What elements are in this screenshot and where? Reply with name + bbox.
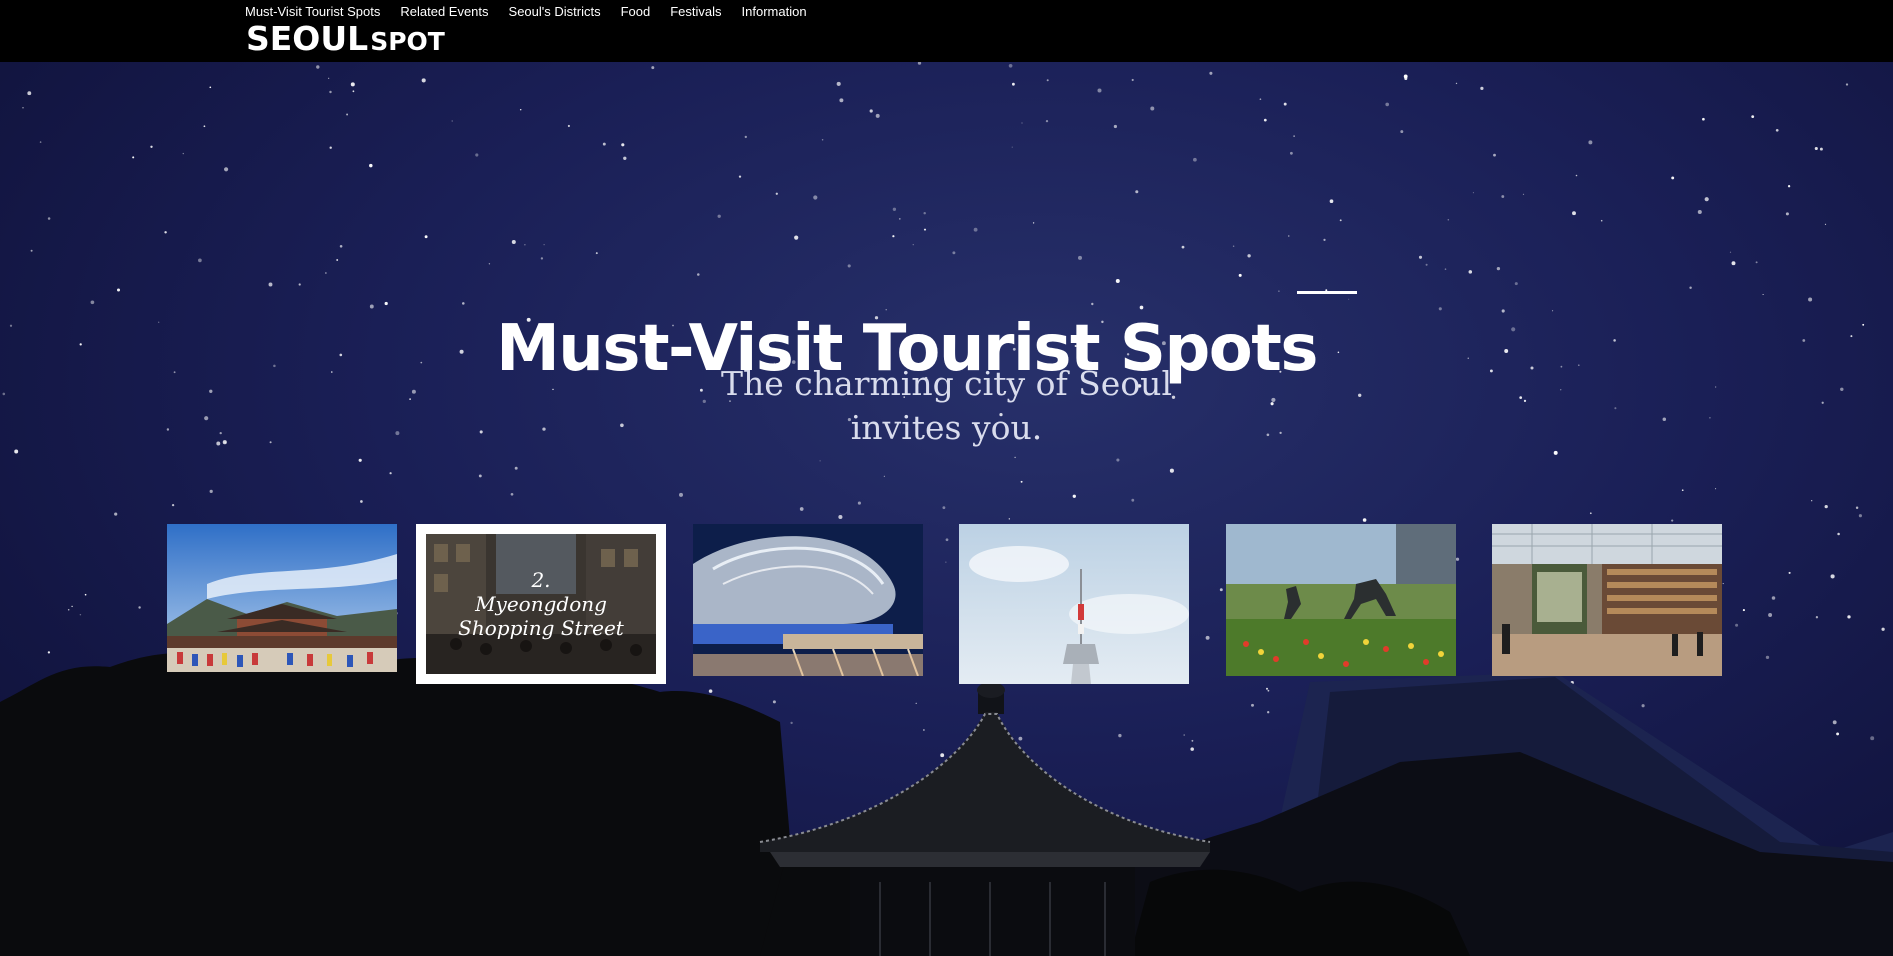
library-mall-icon — [1492, 524, 1722, 676]
night-silhouette-background — [0, 646, 1893, 956]
plaza-icon — [693, 524, 923, 676]
nav-item-districts[interactable]: Seoul's Districts — [509, 4, 601, 19]
logo-sub-text: SPOT — [370, 27, 445, 56]
nav-item-festivals[interactable]: Festivals — [670, 4, 721, 19]
spot-card-3[interactable] — [693, 524, 923, 676]
spot-card-2-caption: 2. Myeongdong Shopping Street — [426, 534, 656, 674]
nav-item-must-visit[interactable]: Must-Visit Tourist Spots — [245, 4, 380, 19]
spot-card-6[interactable] — [1492, 524, 1722, 676]
site-logo[interactable]: SEOUL SPOT — [246, 19, 445, 58]
nav-item-food[interactable]: Food — [621, 4, 651, 19]
hero-subtitle: The charming city of Seoul invites you. — [0, 362, 1893, 450]
main-nav: Must-Visit Tourist Spots Related Events … — [245, 4, 807, 19]
hero-subtitle-line-1: The charming city of Seoul — [721, 364, 1172, 403]
logo-main-text: SEOUL — [246, 19, 369, 58]
palace-icon — [167, 524, 397, 672]
spot-card-2[interactable]: 2. Myeongdong Shopping Street — [416, 524, 666, 684]
spot-card-5[interactable] — [1226, 524, 1456, 676]
nav-item-information[interactable]: Information — [742, 4, 807, 19]
top-navigation-bar: Must-Visit Tourist Spots Related Events … — [0, 0, 1893, 62]
spot-card-4[interactable] — [959, 524, 1189, 684]
spot-card-2-image: 2. Myeongdong Shopping Street — [426, 534, 656, 674]
title-dash-decoration — [1297, 291, 1357, 294]
spot-card-1[interactable] — [167, 524, 397, 672]
spot-card-2-number: 2. — [531, 568, 551, 592]
hero-section: Must-Visit Tourist Spots The charming ci… — [0, 62, 1893, 956]
hero-subtitle-line-2: invites you. — [850, 408, 1043, 447]
tower-icon — [959, 524, 1189, 684]
statue-park-icon — [1226, 524, 1456, 676]
spot-card-2-title: Myeongdong Shopping Street — [458, 592, 624, 640]
nav-item-related-events[interactable]: Related Events — [400, 4, 488, 19]
